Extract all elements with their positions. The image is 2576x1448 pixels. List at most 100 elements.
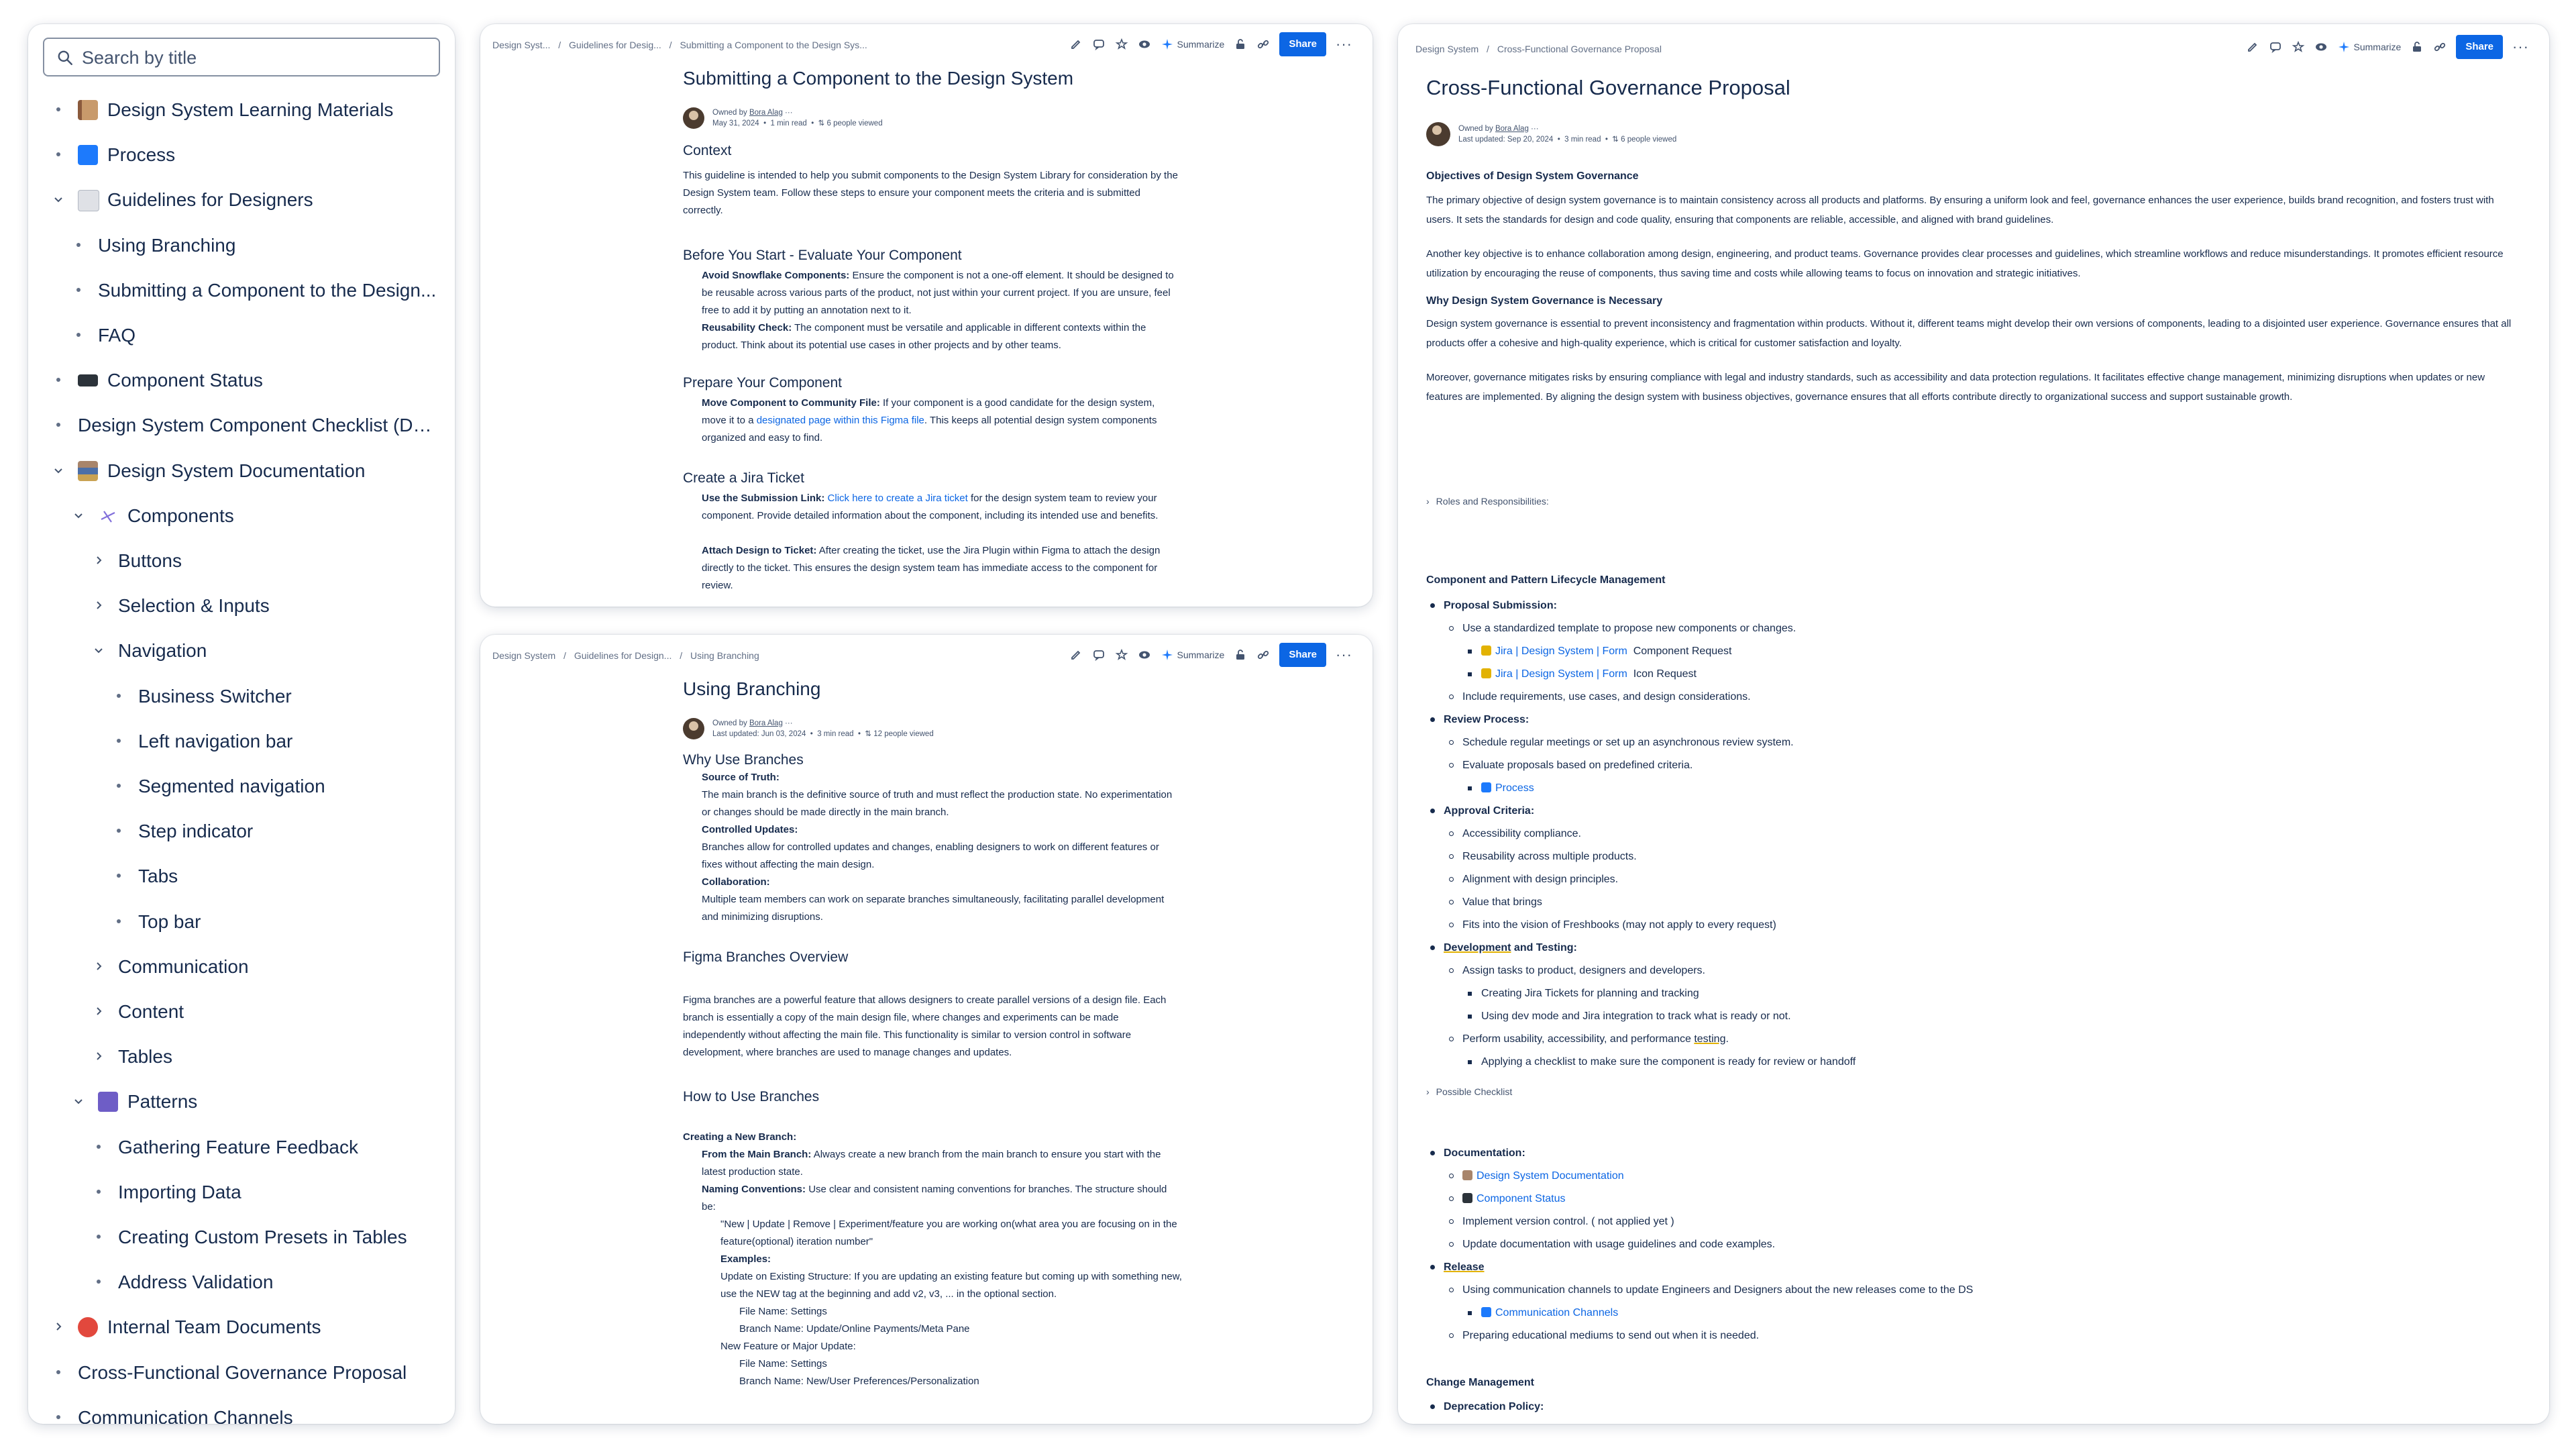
avatar[interactable] xyxy=(683,718,704,739)
tree-item[interactable]: Internal Team Documents xyxy=(28,1307,455,1347)
view-count[interactable]: 6 people viewed xyxy=(1621,136,1676,144)
owner-link[interactable]: Bora Alag xyxy=(1495,125,1529,133)
tree-item[interactable]: Navigation xyxy=(28,631,455,671)
breadcrumb-item[interactable]: Design Syst... xyxy=(492,40,550,50)
chevron-right-icon[interactable] xyxy=(89,1001,109,1021)
chevron-right-icon[interactable] xyxy=(48,1316,68,1337)
view-count[interactable]: 6 people viewed xyxy=(826,119,882,127)
figma-page-link[interactable]: designated page within this Figma file xyxy=(757,415,924,426)
tree-item[interactable]: Address Validation xyxy=(28,1262,455,1302)
tree-item[interactable]: Component Status xyxy=(28,360,455,401)
icon-request-link[interactable]: Jira | Design System | Form Icon Request xyxy=(1481,666,1697,683)
tree-item[interactable]: Tabs xyxy=(28,856,455,896)
component-request-link[interactable]: Jira | Design System | Form Component Re… xyxy=(1481,643,1731,660)
tree-item[interactable]: Step indicator xyxy=(28,811,455,851)
breadcrumb-item[interactable]: Cross-Functional Governance Proposal xyxy=(1497,44,1662,54)
owner-link[interactable]: Bora Alag xyxy=(749,109,783,117)
tree-item[interactable]: Communication xyxy=(28,947,455,987)
tree-item[interactable]: Business Switcher xyxy=(28,676,455,717)
edit-icon[interactable] xyxy=(1069,648,1083,662)
watch-icon[interactable] xyxy=(2314,40,2328,54)
owner-link[interactable]: Bora Alag xyxy=(749,719,783,727)
tree-item[interactable]: Using Branching xyxy=(28,225,455,266)
restrictions-icon[interactable] xyxy=(2410,40,2424,54)
icon-request-text: Icon Request xyxy=(1633,668,1697,680)
tree-item[interactable]: Importing Data xyxy=(28,1172,455,1212)
share-button[interactable]: Share xyxy=(2456,35,2504,59)
tree-item[interactable]: Guidelines for Designers xyxy=(28,180,455,220)
tree-item[interactable]: Process xyxy=(28,135,455,175)
chevron-right-icon[interactable] xyxy=(89,1046,109,1066)
comment-icon[interactable] xyxy=(2269,40,2282,54)
communication-channels-link[interactable]: Communication Channels xyxy=(1481,1304,1618,1322)
copy-link-icon[interactable] xyxy=(1256,648,1270,662)
tree-item[interactable]: Design System Component Checklist (De... xyxy=(28,405,455,446)
chevron-down-icon[interactable] xyxy=(68,1091,89,1111)
chevron-down-icon[interactable] xyxy=(89,640,109,660)
view-count[interactable]: 12 people viewed xyxy=(873,730,934,738)
comment-icon[interactable] xyxy=(1092,648,1106,662)
tree-item[interactable]: Top bar xyxy=(28,902,455,942)
more-actions-icon[interactable]: ··· xyxy=(1336,646,1352,664)
tree-item[interactable]: Content xyxy=(28,992,455,1032)
more-actions-icon[interactable]: ··· xyxy=(2512,38,2529,56)
summarize-button[interactable]: Summarize xyxy=(1161,646,1224,664)
component-status-link[interactable]: Component Status xyxy=(1462,1190,1566,1208)
share-button[interactable]: Share xyxy=(1279,32,1327,56)
breadcrumb-item[interactable]: Submitting a Component to the Design Sys… xyxy=(680,40,867,50)
chevron-right-icon[interactable] xyxy=(89,550,109,570)
avatar[interactable] xyxy=(683,107,704,129)
tree-item[interactable]: Patterns xyxy=(28,1082,455,1122)
tree-item[interactable]: Tables xyxy=(28,1037,455,1077)
jira-ticket-link[interactable]: Click here to create a Jira ticket xyxy=(828,493,968,504)
tree-item[interactable]: Design System Learning Materials xyxy=(28,90,455,130)
chevron-down-icon[interactable] xyxy=(48,189,68,209)
comment-icon[interactable] xyxy=(1092,38,1106,51)
process-link[interactable]: Process xyxy=(1481,780,1534,797)
copy-link-icon[interactable] xyxy=(1256,38,1270,51)
tree-item[interactable]: Gathering Feature Feedback xyxy=(28,1127,455,1168)
chevron-right-icon[interactable] xyxy=(89,956,109,976)
restrictions-icon[interactable] xyxy=(1234,648,1247,662)
edit-icon[interactable] xyxy=(1069,38,1083,51)
star-icon[interactable] xyxy=(1115,38,1128,51)
date-text: Last updated: Jun 03, 2024 xyxy=(712,730,806,738)
more-actions-icon[interactable]: ··· xyxy=(1336,36,1352,53)
tree-item[interactable]: Left navigation bar xyxy=(28,721,455,762)
tree-item[interactable]: Components xyxy=(28,496,455,536)
star-icon[interactable] xyxy=(1115,648,1128,662)
summarize-button[interactable]: Summarize xyxy=(2337,38,2401,56)
edit-icon[interactable] xyxy=(2246,40,2259,54)
tree-item[interactable]: Cross-Functional Governance Proposal xyxy=(28,1353,455,1393)
tree-item[interactable]: Communication Channels xyxy=(28,1398,455,1424)
breadcrumb-item[interactable]: Guidelines for Design... xyxy=(574,650,672,661)
design-system-doc-link[interactable]: Design System Documentation xyxy=(1462,1168,1624,1185)
breadcrumb-item[interactable]: Guidelines for Desig... xyxy=(569,40,661,50)
summarize-button[interactable]: Summarize xyxy=(1161,36,1224,53)
chevron-right-icon[interactable] xyxy=(89,595,109,615)
chevron-down-icon[interactable] xyxy=(48,460,68,480)
from-main-label: From the Main Branch: xyxy=(702,1149,812,1160)
watch-icon[interactable] xyxy=(1138,38,1151,51)
watch-icon[interactable] xyxy=(1138,648,1151,662)
possible-checklist-expand[interactable]: › Possible Checklist xyxy=(1426,1083,1512,1100)
share-button[interactable]: Share xyxy=(1279,643,1327,667)
form-link-text: | Form xyxy=(1596,668,1627,680)
restrictions-icon[interactable] xyxy=(1234,38,1247,51)
chevron-down-icon[interactable] xyxy=(68,505,89,525)
tree-item[interactable]: Design System Documentation xyxy=(28,451,455,491)
star-icon[interactable] xyxy=(2292,40,2305,54)
breadcrumb-item[interactable]: Using Branching xyxy=(690,650,759,661)
breadcrumb-item[interactable]: Design System xyxy=(492,650,555,661)
avatar[interactable] xyxy=(1426,122,1450,146)
copy-link-icon[interactable] xyxy=(2433,40,2447,54)
tree-item[interactable]: Buttons xyxy=(28,541,455,581)
roles-expand[interactable]: › Roles and Responsibilities: xyxy=(1426,493,1549,510)
tree-item[interactable]: FAQ xyxy=(28,315,455,356)
search-input[interactable]: Search by title xyxy=(43,38,440,76)
breadcrumb-item[interactable]: Design System xyxy=(1415,44,1479,54)
tree-item[interactable]: Submitting a Component to the Design... xyxy=(28,270,455,311)
tree-item[interactable]: Segmented navigation xyxy=(28,766,455,807)
tree-item[interactable]: Creating Custom Presets in Tables xyxy=(28,1217,455,1257)
tree-item[interactable]: Selection & Inputs xyxy=(28,586,455,626)
